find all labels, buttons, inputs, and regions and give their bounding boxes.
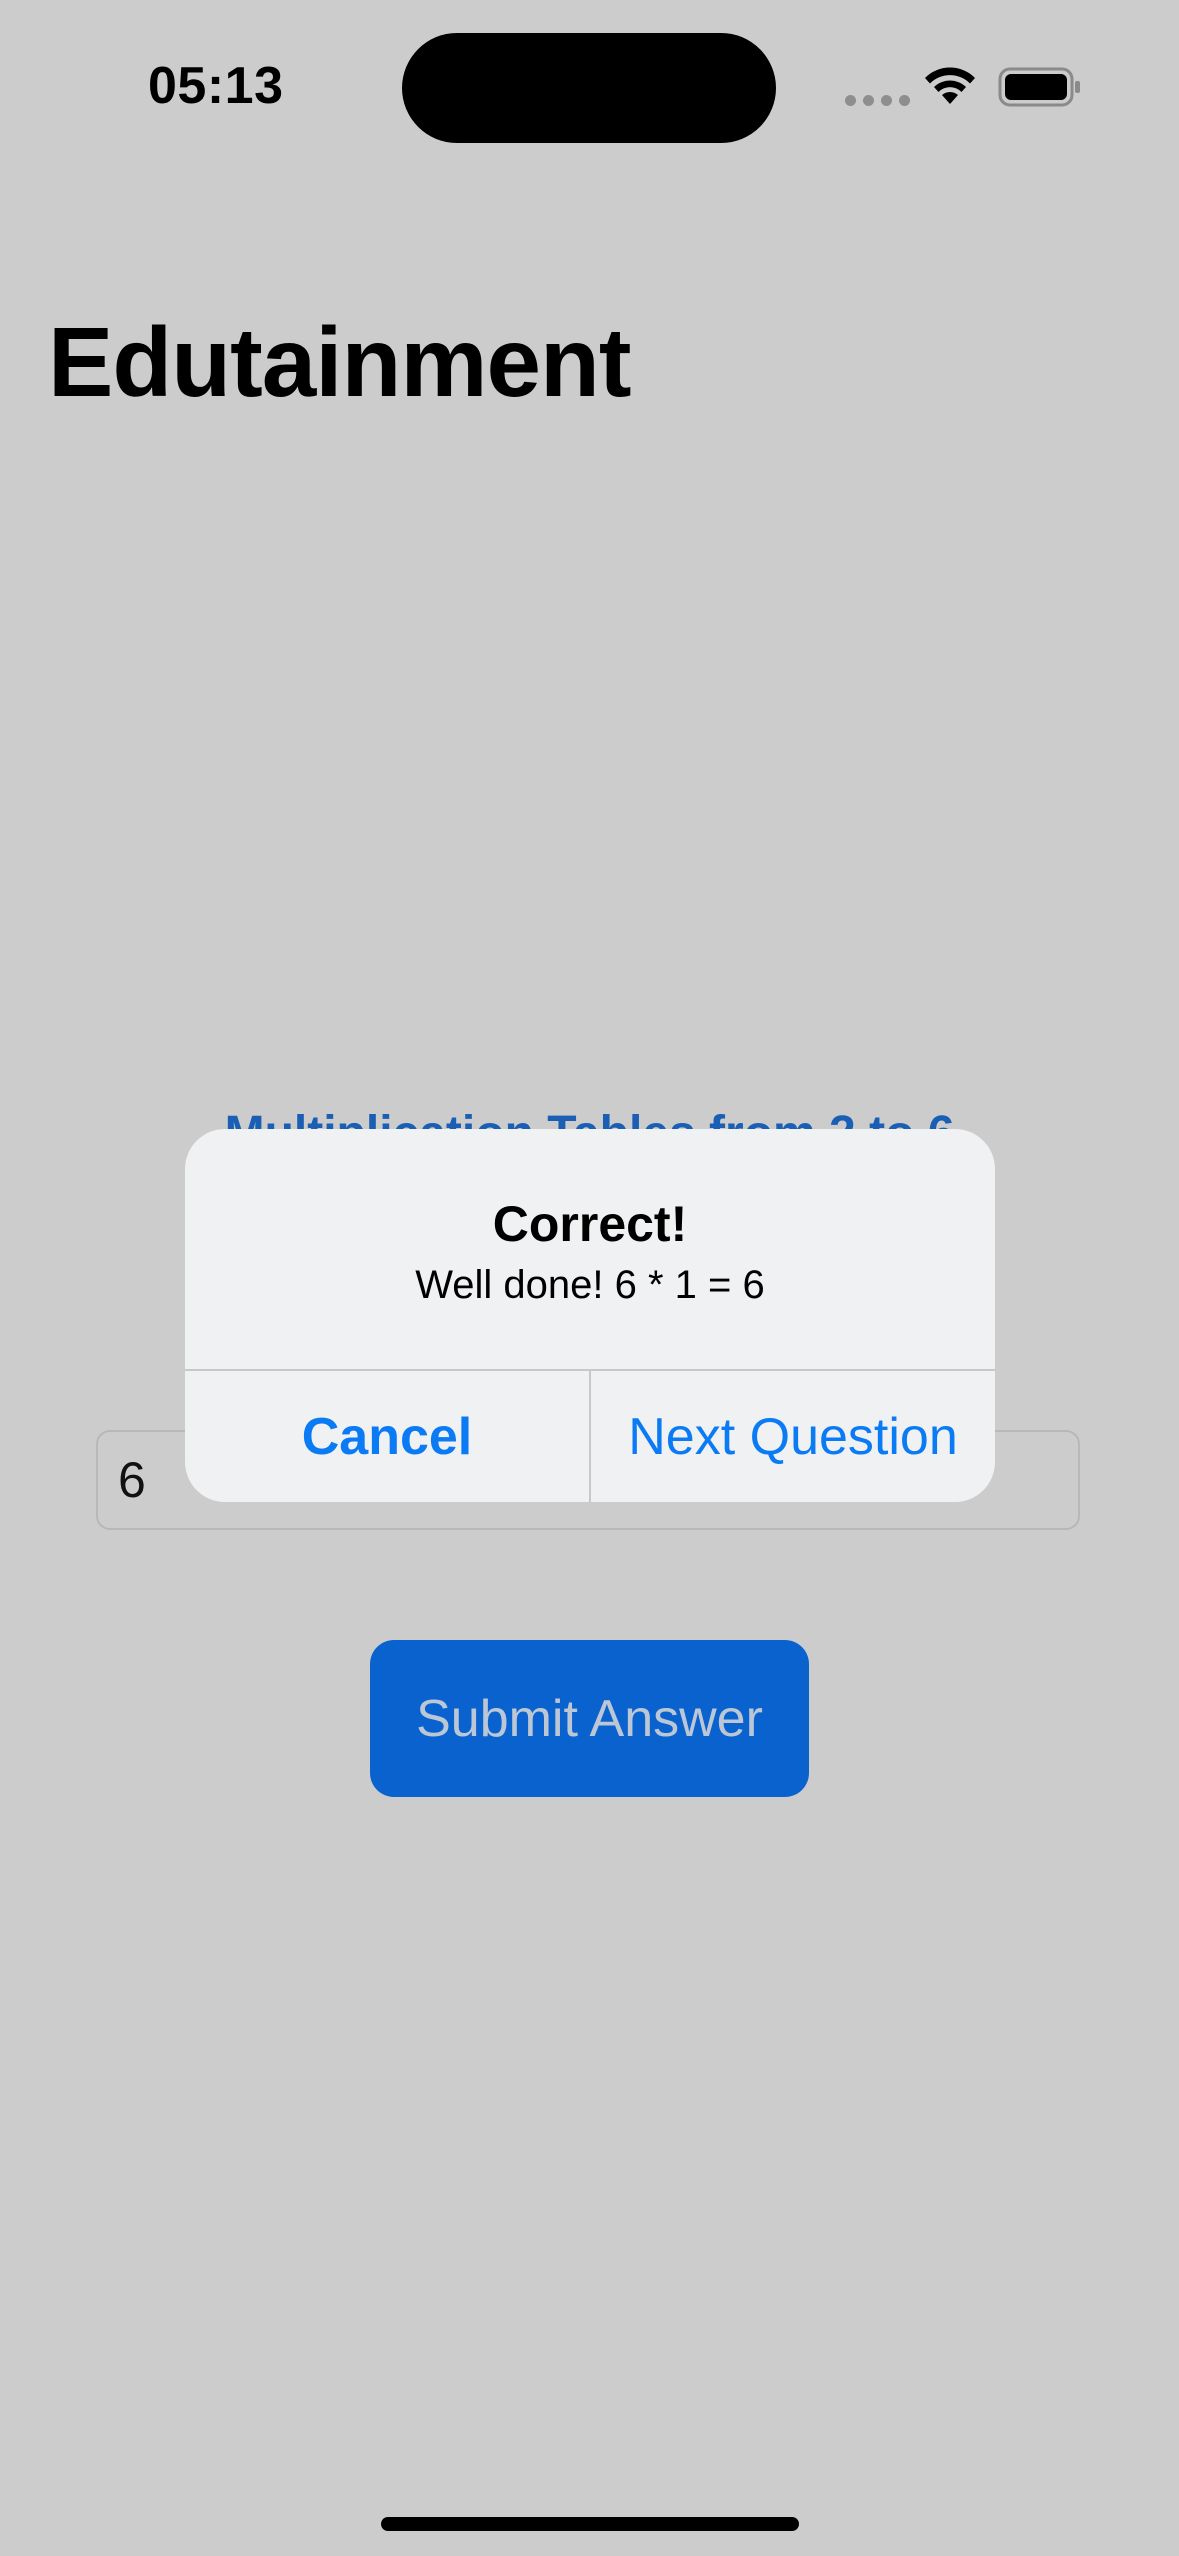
page-title: Edutainment bbox=[48, 307, 631, 417]
answer-input-value: 6 bbox=[118, 1452, 146, 1508]
signal-dots-icon bbox=[845, 95, 910, 106]
status-time: 05:13 bbox=[148, 57, 284, 115]
battery-icon bbox=[998, 67, 1080, 107]
wifi-icon bbox=[925, 67, 975, 104]
alert-cancel-button[interactable]: Cancel bbox=[185, 1371, 589, 1502]
home-indicator[interactable] bbox=[381, 2517, 799, 2531]
alert-next-question-button[interactable]: Next Question bbox=[591, 1371, 995, 1502]
alert-message: Well done! 6 * 1 = 6 bbox=[415, 1263, 765, 1307]
alert-title: Correct! bbox=[492, 1196, 688, 1252]
submit-answer-button[interactable]: Submit Answer bbox=[370, 1640, 809, 1797]
dynamic-island bbox=[402, 33, 776, 143]
alert-dialog: Correct! Well done! 6 * 1 = 6 Cancel Nex… bbox=[185, 1129, 995, 1502]
